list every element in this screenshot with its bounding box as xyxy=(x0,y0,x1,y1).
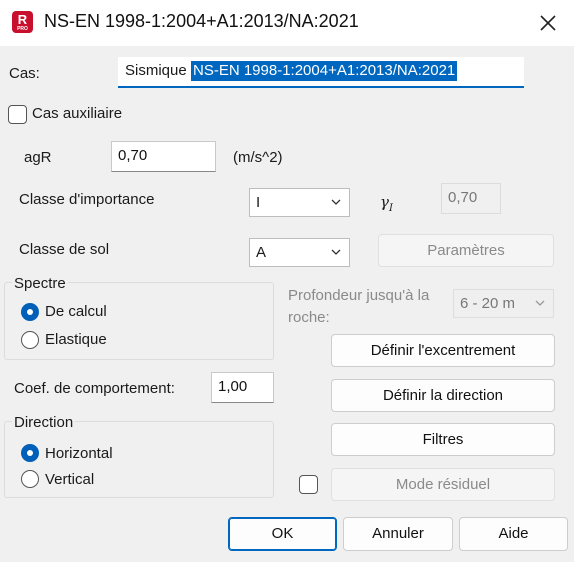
agr-input[interactable]: 0,70 xyxy=(111,141,216,172)
importance-select[interactable]: I xyxy=(249,188,350,217)
chevron-down-icon xyxy=(535,300,545,306)
spectre-de-calcul-radio[interactable] xyxy=(21,303,39,321)
ok-button[interactable]: OK xyxy=(228,517,337,551)
profondeur-label-line1: Profondeur jusqu'à la xyxy=(288,287,430,304)
direction-legend: Direction xyxy=(12,414,76,431)
spectre-elastique-radio[interactable] xyxy=(21,331,39,349)
spectre-group xyxy=(4,282,274,360)
cas-value-selected: NS-EN 1998-1:2004+A1:2013/NA:2021 xyxy=(191,61,458,81)
direction-horizontal-radio[interactable] xyxy=(21,444,39,462)
sol-select[interactable]: A xyxy=(249,238,350,267)
chevron-down-icon xyxy=(331,249,341,255)
mode-residuel-button[interactable]: Mode résiduel xyxy=(331,468,555,501)
gamma-value-field: 0,70 xyxy=(441,183,501,214)
importance-selected: I xyxy=(256,194,261,211)
filtres-button[interactable]: Filtres xyxy=(331,423,555,456)
definir-direction-button[interactable]: Définir la direction xyxy=(331,379,555,412)
direction-horizontal-label: Horizontal xyxy=(45,445,113,462)
spectre-legend: Spectre xyxy=(12,275,68,292)
definir-excentrement-button[interactable]: Définir l'excentrement xyxy=(331,334,555,367)
gamma-symbol: γI xyxy=(380,193,393,214)
spectre-de-calcul-label: De calcul xyxy=(45,303,107,320)
direction-vertical-label: Vertical xyxy=(45,471,95,488)
spectre-elastique-label: Elastique xyxy=(45,331,107,348)
app-icon-letter: R xyxy=(17,12,28,27)
gamma-symbol-char: γ xyxy=(380,193,389,211)
chevron-down-icon xyxy=(331,199,341,205)
cas-input[interactable]: Sismique NS-EN 1998-1:2004+A1:2013/NA:20… xyxy=(118,57,524,88)
cas-value-plain: Sismique xyxy=(125,62,187,79)
agr-unit: (m/s^2) xyxy=(233,149,283,166)
agr-label: agR xyxy=(24,149,52,166)
profondeur-selected: 6 - 20 m xyxy=(460,295,516,312)
mode-residuel-checkbox[interactable] xyxy=(299,475,318,494)
direction-vertical-radio[interactable] xyxy=(21,470,39,488)
sol-selected: A xyxy=(256,244,267,261)
annuler-button[interactable]: Annuler xyxy=(343,517,453,551)
sol-label: Classe de sol xyxy=(19,241,110,258)
profondeur-label-line2: roche: xyxy=(288,309,330,326)
gamma-subscript: I xyxy=(388,203,393,214)
app-icon-sub: PRO xyxy=(17,26,28,32)
window-title: NS-EN 1998-1:2004+A1:2013/NA:2021 xyxy=(44,11,359,31)
aide-button[interactable]: Aide xyxy=(459,517,568,551)
coef-input[interactable]: 1,00 xyxy=(211,372,274,403)
profondeur-select[interactable]: 6 - 20 m xyxy=(453,289,554,318)
cas-auxiliaire-checkbox[interactable] xyxy=(8,105,27,124)
cas-auxiliaire-label: Cas auxiliaire xyxy=(32,105,123,122)
parametres-button[interactable]: Paramètres xyxy=(378,234,554,267)
revit-app-icon: R PRO xyxy=(12,11,33,33)
importance-label: Classe d'importance xyxy=(19,191,155,208)
coef-label: Coef. de comportement: xyxy=(14,380,175,397)
cas-label: Cas: xyxy=(9,65,40,82)
close-icon[interactable] xyxy=(537,12,559,34)
